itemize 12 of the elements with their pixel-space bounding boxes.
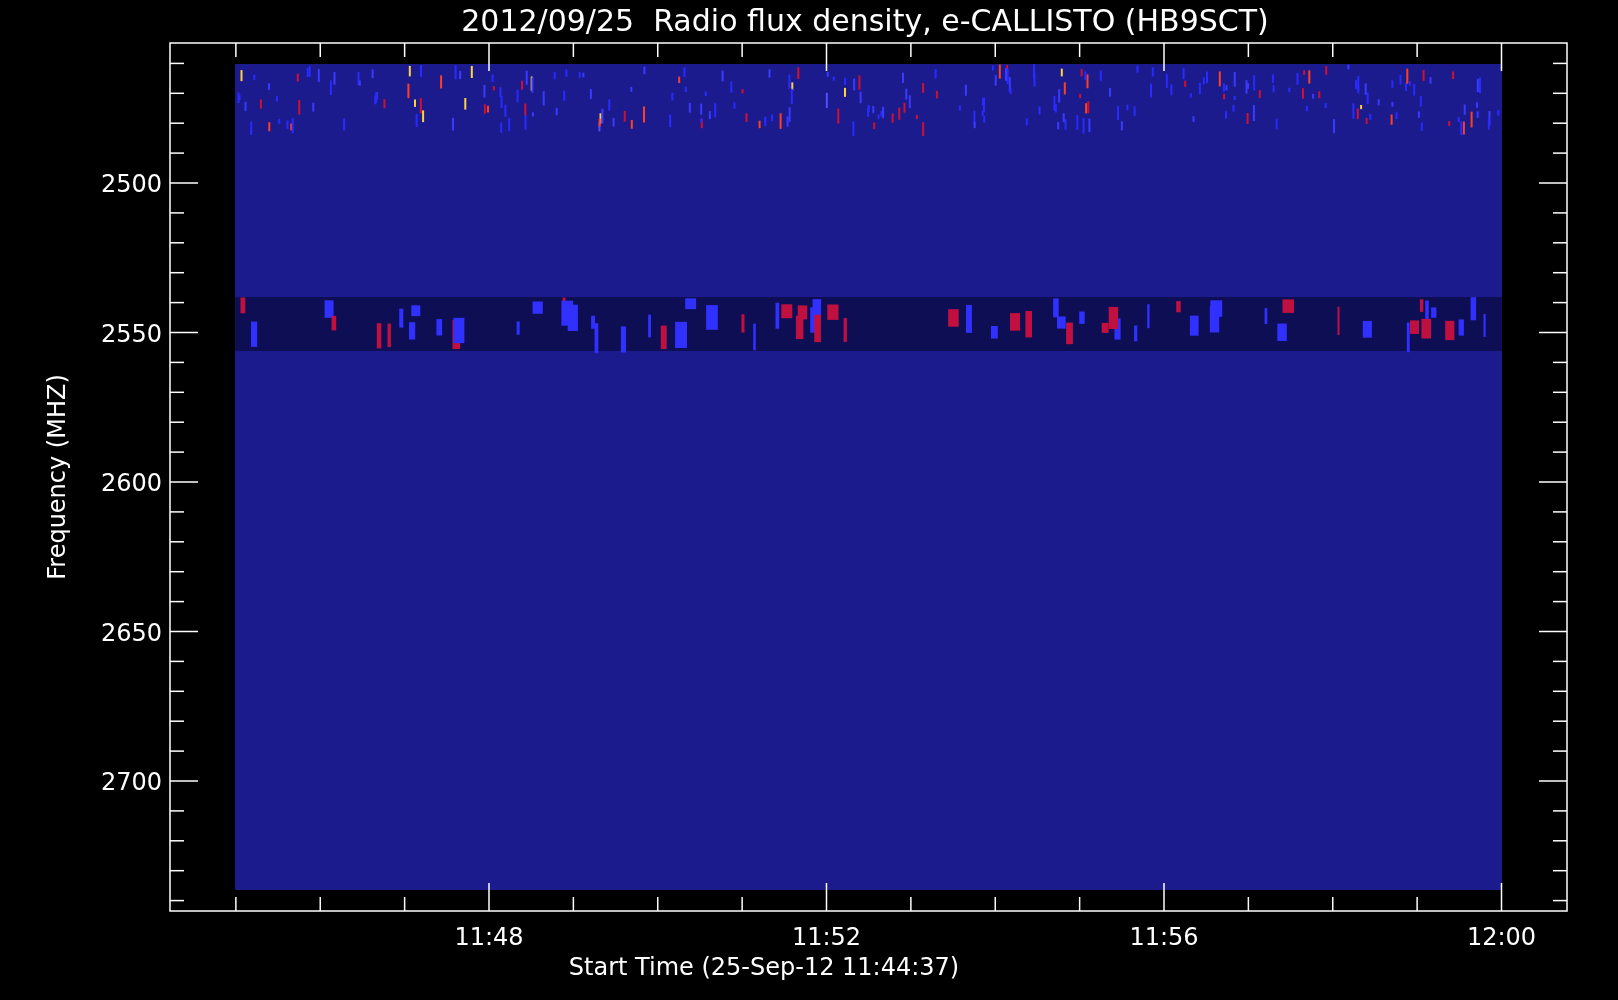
tick-label: 2650 — [100, 618, 162, 647]
chart-title: 2012/09/25 Radio flux density, e-CALLISTO (HB9SCT) — [461, 3, 1269, 38]
tick-label: 12:00 — [1466, 923, 1537, 951]
tick-label: 2700 — [100, 768, 162, 796]
axis-label: Start Time (25-Sep-12 11:44:37) — [568, 953, 960, 981]
tick-label: 2550 — [100, 319, 162, 348]
axis-label: Frequency (MHZ) — [43, 374, 71, 580]
tick-label: 2600 — [100, 469, 162, 497]
tick-label: 2500 — [100, 170, 162, 198]
tick-label: 11:48 — [454, 923, 524, 951]
tick-label: 11:52 — [791, 923, 862, 951]
tick-label: 11:56 — [1129, 923, 1199, 951]
